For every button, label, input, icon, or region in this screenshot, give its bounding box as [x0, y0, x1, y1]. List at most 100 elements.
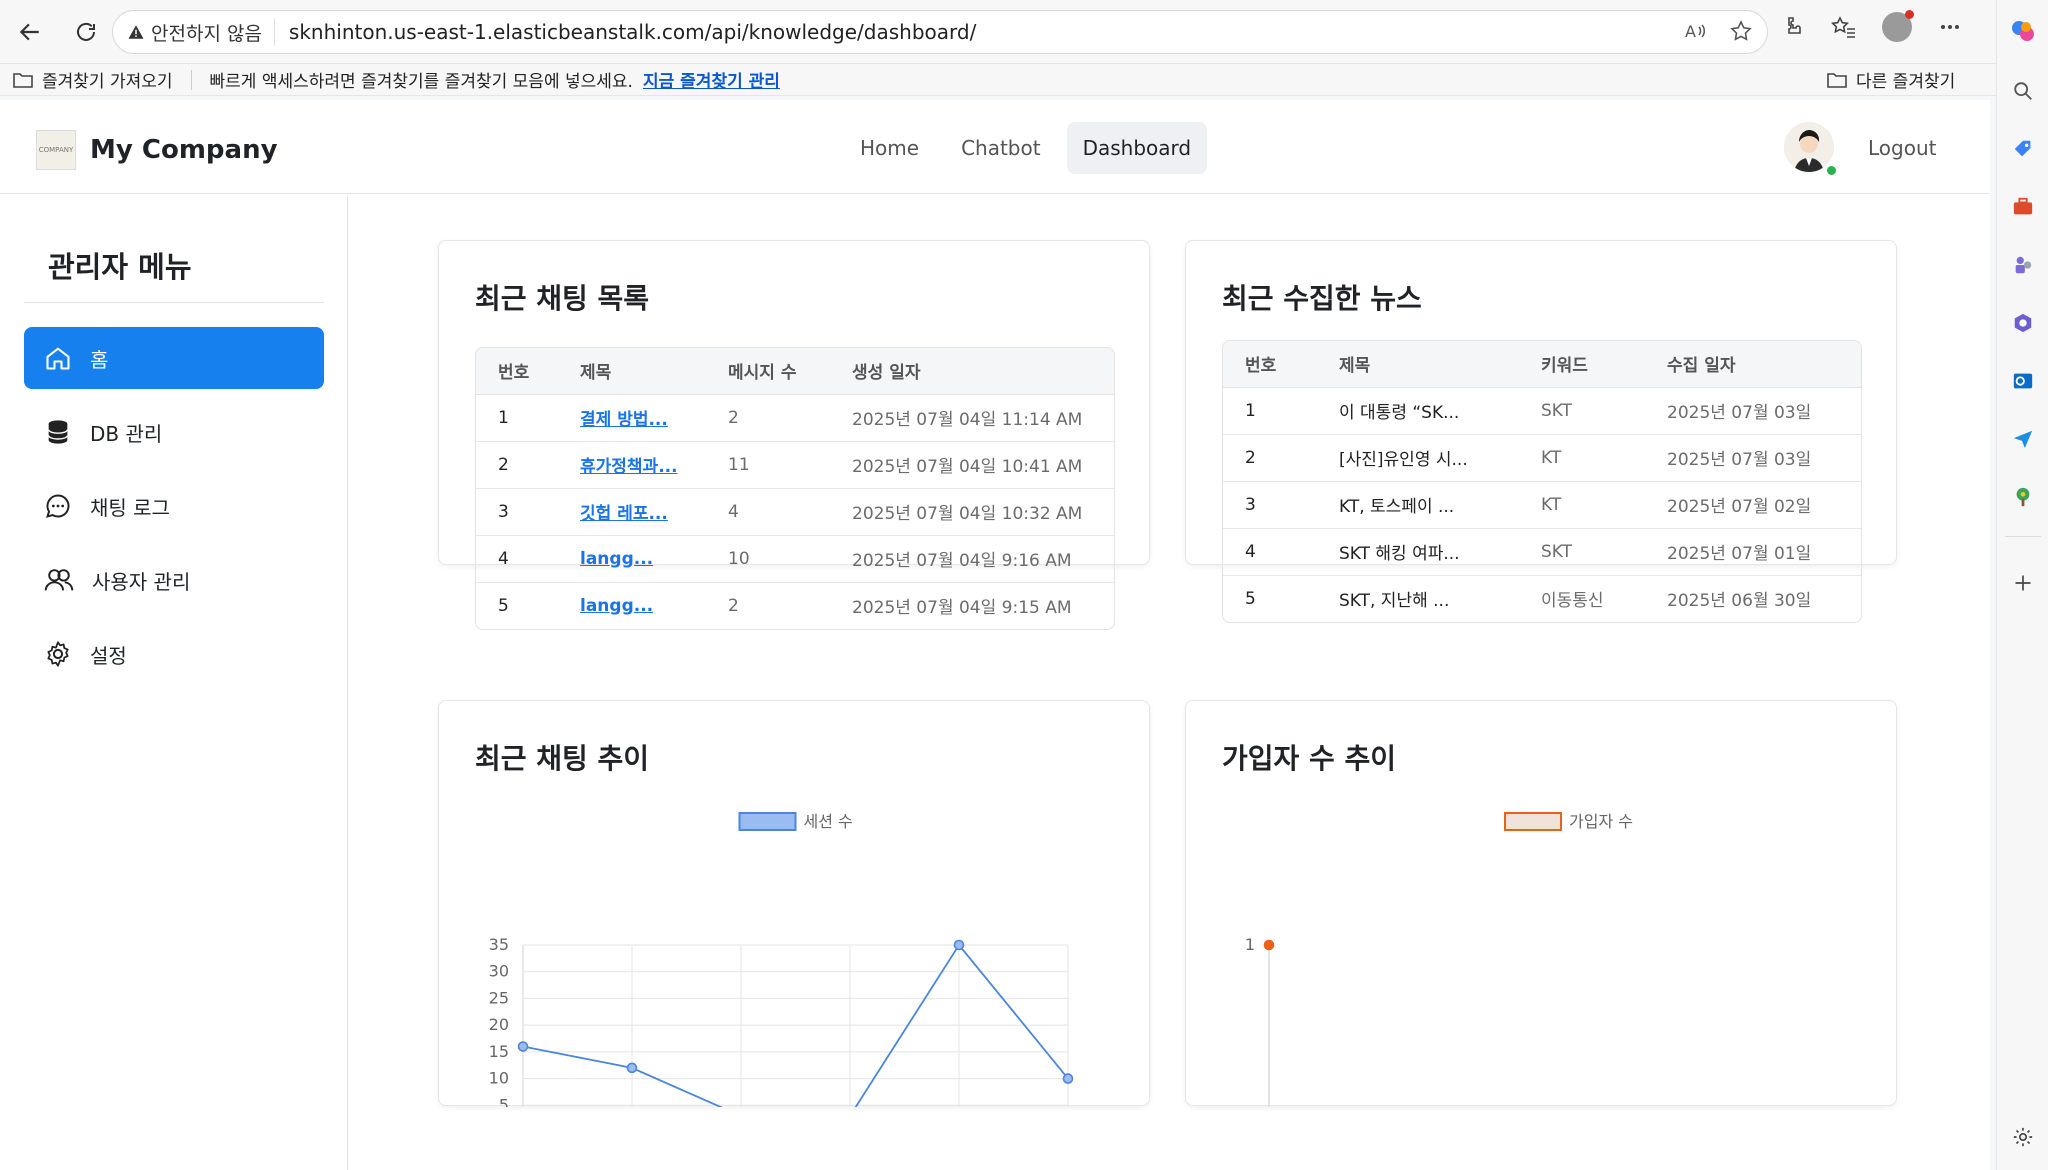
recent-news-table: 번호 제목 키워드 수집 일자 1 이 대통령 “SK... SKT 2025년… [1222, 340, 1862, 623]
security-label: 안전하지 않음 [151, 22, 262, 45]
sidebar-item-settings[interactable]: 설정 [24, 623, 324, 685]
card-title: 최근 수집한 뉴스 [1222, 282, 1422, 315]
y-tick-label: 5 [499, 1095, 509, 1107]
cell-title: [사진]유인영 시... [1317, 434, 1519, 482]
table-row[interactable]: 1 이 대통령 “SK... SKT 2025년 07월 03일 [1223, 387, 1861, 435]
col-header: 번호 [1223, 341, 1317, 388]
settings-icon[interactable] [2010, 1124, 2036, 1150]
import-favorites-label: 즐겨찾기 가져오기 [42, 72, 173, 92]
nav-home[interactable]: Home [844, 122, 935, 174]
y-tick-label: 30 [489, 962, 509, 981]
chat-title-link[interactable]: 결제 방법... [580, 410, 668, 430]
more-options-icon[interactable] [1938, 15, 1962, 39]
search-icon[interactable] [2010, 78, 2036, 104]
table-row[interactable]: 2 [사진]유인영 시... KT 2025년 07월 03일 [1223, 434, 1861, 482]
company-logo: COMPANY [36, 130, 76, 170]
brand[interactable]: COMPANY My Company [36, 130, 278, 170]
chat-title-link[interactable]: 휴가정책과... [580, 457, 678, 477]
cell-keyword: SKT [1519, 387, 1645, 435]
tools-briefcase-icon[interactable] [2010, 194, 2036, 220]
chat-title-link[interactable]: langg... [580, 596, 653, 616]
sidebar-item-chat-log[interactable]: 채팅 로그 [24, 475, 324, 537]
chat-title-link[interactable]: langg... [580, 549, 653, 569]
cell-no: 5 [1245, 588, 1256, 609]
send-icon[interactable] [2010, 426, 2036, 452]
chat-icon [46, 494, 70, 518]
brand-name: My Company [90, 135, 278, 165]
import-favorites[interactable]: 즐겨찾기 가져오기 [12, 67, 173, 92]
y-tick-label: 20 [489, 1015, 509, 1034]
col-header: 메시지 수 [706, 348, 830, 395]
table-row: 2 휴가정책과... 11 2025년 07월 04일 10:41 AM [476, 441, 1114, 489]
data-point [517, 1041, 529, 1052]
y-tick-label: 10 [489, 1069, 509, 1088]
manage-favorites-link[interactable]: 지금 즐겨찾기 관리 [643, 67, 780, 92]
cell-date: 2025년 07월 03일 [1645, 434, 1861, 482]
sidebar-item-db[interactable]: DB 관리 [24, 401, 324, 463]
security-indicator[interactable]: 안전하지 않음 [127, 18, 275, 46]
games-icon[interactable] [2010, 252, 2036, 278]
table-row[interactable]: 4 SKT 해킹 여파... SKT 2025년 07월 01일 [1223, 528, 1861, 576]
favorite-star-icon[interactable] [1729, 19, 1753, 43]
sidebar-item-label: 설정 [90, 643, 127, 668]
profile-avatar-icon[interactable] [1882, 10, 1914, 42]
col-header: 번호 [476, 348, 558, 395]
copilot-icon[interactable] [2010, 18, 2036, 44]
cell-title: SKT 해킹 여파... [1317, 528, 1519, 576]
folder-icon [1827, 72, 1847, 88]
tree-icon[interactable] [2010, 484, 2036, 510]
cell-date: 2025년 07월 01일 [1645, 528, 1861, 576]
sidebar-item-home[interactable]: 홈 [24, 327, 324, 389]
database-icon [47, 420, 69, 444]
svg-text:A: A [1685, 22, 1696, 41]
cell-date: 2025년 07월 04일 9:16 AM [830, 535, 1114, 583]
data-point [953, 939, 965, 951]
col-header: 제목 [558, 348, 706, 395]
url-text[interactable]: sknhinton.us-east-1.elasticbeanstalk.com… [289, 20, 976, 44]
import-folder-icon [13, 72, 33, 88]
card-title: 최근 채팅 목록 [475, 282, 650, 315]
chat-title-link[interactable]: 깃헙 레포... [580, 504, 668, 524]
other-favorites[interactable]: 다른 즐겨찾기 [1826, 67, 1955, 92]
microsoft365-icon[interactable] [2010, 310, 2036, 336]
nav-chatbot[interactable]: Chatbot [945, 122, 1057, 174]
data-point [1263, 939, 1275, 951]
table-header-row: 번호 제목 키워드 수집 일자 [1223, 341, 1861, 388]
refresh-button[interactable] [60, 6, 112, 58]
other-favorites-label: 다른 즐겨찾기 [1856, 72, 1956, 92]
series-line [522, 943, 1069, 1107]
cell-no: 5 [498, 595, 509, 616]
address-bar[interactable]: 안전하지 않음 sknhinton.us-east-1.elasticbeans… [112, 10, 1768, 54]
shopping-tag-icon[interactable] [2010, 136, 2036, 162]
cell-no: 3 [476, 488, 558, 536]
cell-date: 2025년 07월 04일 10:41 AM [830, 441, 1114, 489]
home-icon [46, 347, 70, 370]
back-arrow-icon [19, 23, 39, 40]
back-button[interactable] [4, 6, 56, 58]
cell-date: 2025년 07월 04일 9:15 AM [852, 598, 1072, 619]
sidebar-item-users[interactable]: 사용자 관리 [24, 549, 324, 611]
notification-dot [1905, 10, 1914, 19]
refresh-icon [77, 22, 95, 41]
cell-count: 11 [706, 441, 830, 489]
favorites-list-icon[interactable] [1830, 15, 1856, 39]
outlook-icon[interactable] [2010, 368, 2036, 394]
extensions-icon[interactable] [1780, 15, 1804, 39]
nav-dashboard[interactable]: Dashboard [1066, 122, 1208, 174]
recent-chats-card: 최근 채팅 목록 번호 제목 메시지 수 생성 일자 1 결제 방법... 2 … [438, 240, 1150, 630]
cell-date: 2025년 07월 02일 [1645, 481, 1861, 529]
cell-count: 2 [728, 595, 739, 616]
cell-date: 2025년 06월 30일 [1667, 591, 1812, 612]
table-row[interactable]: 3 KT, 토스페이 ... KT 2025년 07월 02일 [1223, 481, 1861, 529]
read-aloud-icon[interactable]: A [1683, 19, 1707, 43]
table-row[interactable]: 5 SKT, 지난해 ... 이동통신 2025년 06월 30일 [1223, 575, 1861, 622]
cell-no: 2 [476, 441, 558, 489]
y-tick-label: 35 [489, 935, 509, 954]
table-row: 5 langg... 2 2025년 07월 04일 9:15 AM [476, 582, 1114, 629]
signup-trend-chart: 가입자 수012025-06-30 [1245, 812, 1633, 1107]
users-icon [44, 569, 74, 591]
logout-link[interactable]: Logout [1868, 136, 1936, 160]
add-icon[interactable] [2010, 570, 2036, 596]
cell-keyword: KT [1519, 434, 1645, 482]
logo-text: COMPANY [38, 146, 74, 154]
